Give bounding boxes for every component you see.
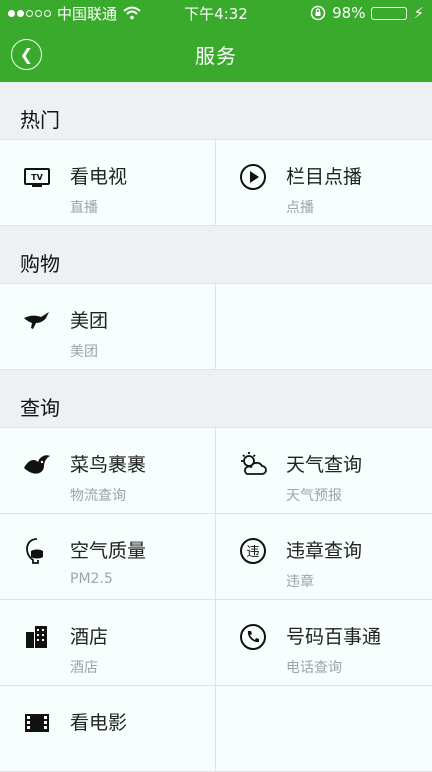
service-subtitle: 酒店 <box>70 660 98 676</box>
tv-icon: TV <box>22 162 52 192</box>
service-list: 热门 TV 看电视 直播 栏目点播 点播 购物 美团 美团 查询 菜鸟裹裹 物流查询 天气查询 天气预报空… <box>0 82 432 772</box>
play-circle-icon <box>238 162 268 192</box>
service-subtitle: 美团 <box>70 344 98 360</box>
section-title: 购物 <box>0 226 432 283</box>
kangaroo-icon <box>22 306 52 336</box>
wifi-icon <box>123 6 141 20</box>
service-item[interactable]: 号码百事通 电话查询 <box>216 600 432 686</box>
service-name: 号码百事通 <box>286 626 382 648</box>
svg-text:违: 违 <box>246 545 259 560</box>
hotel-icon <box>22 622 52 652</box>
battery-icon <box>371 6 408 20</box>
service-item[interactable]: 天气查询 天气预报 <box>216 428 432 514</box>
service-item[interactable]: 酒店 酒店 <box>0 600 216 686</box>
service-subtitle: 天气预报 <box>286 488 342 504</box>
section-grid: 美团 美团 <box>0 283 432 370</box>
service-name: 栏目点播 <box>286 166 363 188</box>
nav-bar: ❮ 服务 <box>0 26 432 82</box>
service-subtitle: 电话查询 <box>286 660 342 676</box>
service-subtitle: 物流查询 <box>70 488 126 504</box>
violation-icon: 违 <box>238 536 268 566</box>
chevron-left-icon: ❮ <box>19 45 34 64</box>
page-title: 服务 <box>195 43 237 68</box>
service-name: 天气查询 <box>286 454 363 476</box>
service-name: 酒店 <box>70 626 109 648</box>
service-subtitle: PM2.5 <box>70 571 113 587</box>
service-item[interactable]: 美团 美团 <box>0 284 216 370</box>
service-item[interactable]: 看电影 <box>0 686 216 772</box>
film-icon <box>22 708 52 738</box>
status-bar: 中国联通 下午4:32 98% ⚡ <box>0 0 432 26</box>
service-name: 菜鸟裹裹 <box>70 454 147 476</box>
carrier-label: 中国联通 <box>57 4 118 23</box>
section-grid: 菜鸟裹裹 物流查询 天气查询 天气预报 空气质量 PM2.5 违违章查询 违章 酒店 酒店 号码百事… <box>0 427 432 772</box>
section-title: 热门 <box>0 82 432 139</box>
back-button[interactable]: ❮ <box>11 39 42 70</box>
service-name: 美团 <box>70 310 109 332</box>
service-subtitle: 直播 <box>70 200 98 216</box>
mask-icon <box>22 536 52 566</box>
service-item[interactable]: 菜鸟裹裹 物流查询 <box>0 428 216 514</box>
empty-cell <box>216 686 432 772</box>
service-item[interactable]: 栏目点播 点播 <box>216 140 432 226</box>
charging-icon: ⚡ <box>413 4 424 22</box>
weather-icon <box>238 450 268 480</box>
service-item[interactable]: TV 看电视直播 <box>0 140 216 226</box>
service-name: 看电影 <box>70 712 128 734</box>
service-name: 看电视 <box>70 166 128 188</box>
section-title: 查询 <box>0 370 432 427</box>
signal-icon <box>8 9 51 17</box>
svg-text:TV: TV <box>31 173 43 182</box>
service-item[interactable]: 空气质量 PM2.5 <box>0 514 216 600</box>
service-subtitle: 点播 <box>286 200 314 216</box>
empty-cell <box>216 284 432 370</box>
service-name: 违章查询 <box>286 540 363 562</box>
phone-icon <box>238 622 268 652</box>
rotation-lock-icon <box>310 5 326 21</box>
section-grid: TV 看电视直播 栏目点播点播 <box>0 139 432 226</box>
service-item[interactable]: 违 违章查询违章 <box>216 514 432 600</box>
bird-icon <box>22 450 52 480</box>
service-subtitle: 违章 <box>286 574 314 590</box>
service-name: 空气质量 <box>70 540 147 562</box>
battery-percent: 98% <box>332 4 366 22</box>
